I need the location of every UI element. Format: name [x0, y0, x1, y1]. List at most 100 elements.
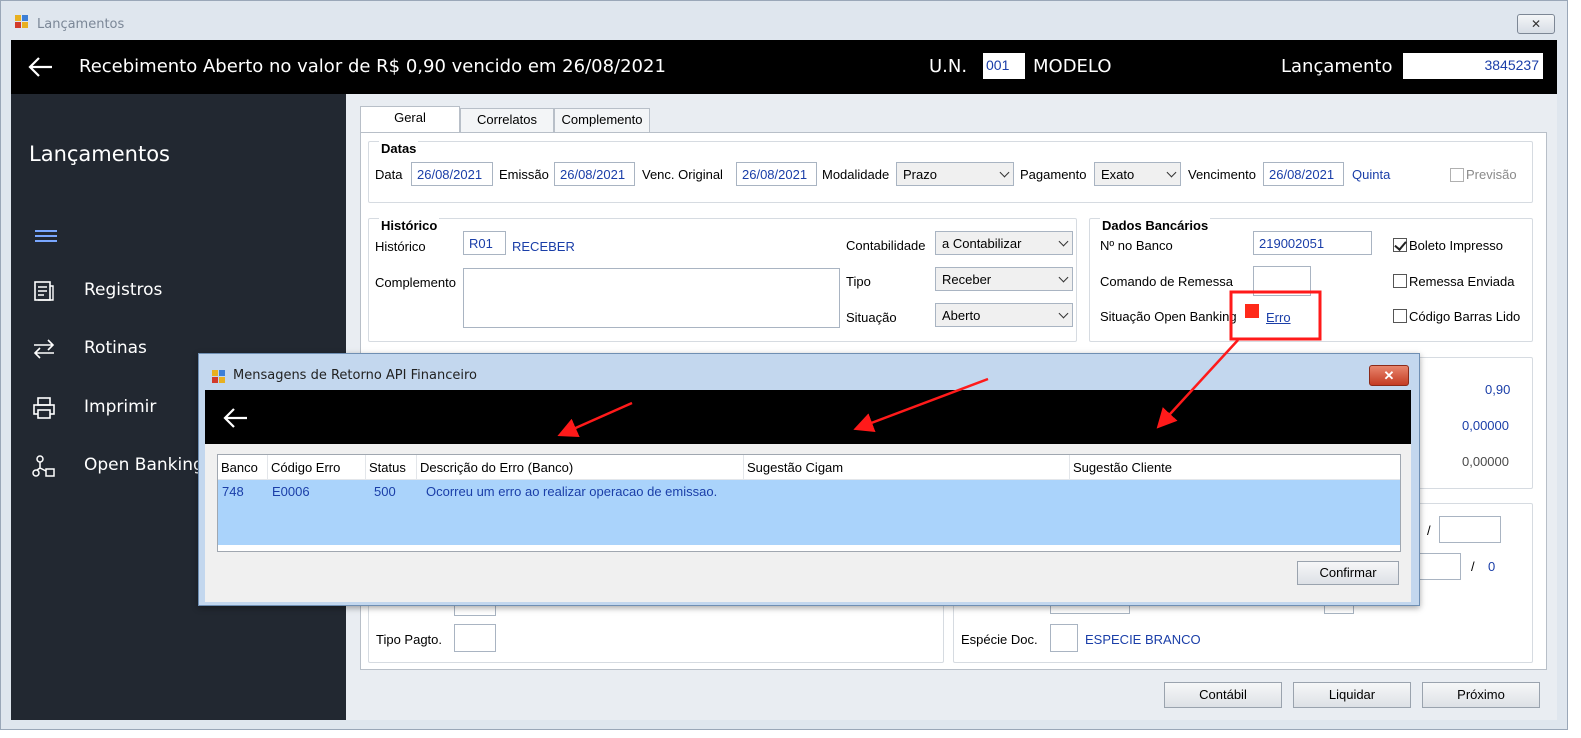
- back-arrow-icon[interactable]: [26, 52, 56, 82]
- un-name: MODELO: [1033, 56, 1112, 77]
- contabilidade-value: a Contabilizar: [942, 236, 1022, 251]
- pagamento-label: Pagamento: [1020, 167, 1087, 182]
- codigo-barras-label: Código Barras Lido: [1409, 309, 1521, 324]
- dialog-title: Mensagens de Retorno API Financeiro: [233, 368, 477, 383]
- sidebar-title: Lançamentos: [29, 142, 171, 166]
- remessa-enviada-checkbox[interactable]: [1393, 274, 1407, 288]
- boleto-impresso-checkbox[interactable]: [1393, 238, 1407, 252]
- datas-title: Datas: [379, 141, 419, 156]
- tipo-select[interactable]: Receber: [935, 267, 1073, 291]
- dialog-body: Banco Código Erro Status Descrição do Er…: [205, 390, 1411, 602]
- comando-remessa-label: Comando de Remessa: [1100, 274, 1233, 289]
- confirmar-button[interactable]: Confirmar: [1297, 561, 1399, 585]
- erro-link[interactable]: Erro: [1266, 310, 1291, 325]
- slash-2: /: [1471, 559, 1475, 574]
- error-status-indicator: [1245, 304, 1259, 318]
- app-icon: [15, 15, 29, 29]
- cell-descricao: Ocorreu um erro ao realizar operacao de …: [426, 484, 718, 499]
- no-banco-field[interactable]: 219002051: [1253, 231, 1372, 255]
- pagamento-value: Exato: [1101, 167, 1135, 182]
- cell-codigo-erro: E0006: [272, 484, 310, 499]
- situacao-label: Situação: [846, 310, 897, 325]
- historico-code-field[interactable]: R01: [463, 231, 506, 255]
- tab-correlatos[interactable]: Correlatos: [460, 108, 554, 132]
- column-header-descricao[interactable]: Descrição do Erro (Banco): [417, 455, 744, 480]
- data-field[interactable]: 26/08/2021: [411, 162, 493, 186]
- tipo-value: Receber: [942, 272, 992, 287]
- previsao-checkbox[interactable]: [1450, 168, 1464, 182]
- complemento-field[interactable]: [463, 268, 840, 328]
- data-label: Data: [375, 167, 403, 182]
- window-title: Lançamentos: [37, 17, 125, 32]
- especie-doc-field[interactable]: [1050, 624, 1078, 652]
- tipo-pagto-field[interactable]: [454, 624, 496, 652]
- dados-bancarios-title: Dados Bancários: [1100, 218, 1211, 233]
- page-title: Recebimento Aberto no valor de R$ 0,90 v…: [79, 56, 666, 77]
- datas-group: Datas Data 26/08/2021 Emissão 26/08/2021…: [368, 141, 1533, 203]
- previsao-label: Previsão: [1466, 167, 1517, 182]
- modalidade-select[interactable]: Prazo: [896, 162, 1014, 186]
- codigo-barras-checkbox[interactable]: [1393, 309, 1407, 323]
- comando-remessa-field[interactable]: [1253, 266, 1311, 296]
- back-arrow-icon[interactable]: [221, 404, 251, 432]
- column-header-banco[interactable]: Banco: [218, 455, 268, 480]
- hamburger-menu-icon[interactable]: [35, 227, 57, 247]
- column-header-codigo-erro[interactable]: Código Erro: [268, 455, 366, 480]
- lower-right-field-1[interactable]: [1439, 516, 1501, 543]
- dialog-close-button[interactable]: ✕: [1369, 365, 1409, 386]
- app-icon: [212, 370, 226, 384]
- historico-group: Histórico Histórico R01 RECEBER Compleme…: [368, 218, 1077, 342]
- tab-complemento[interactable]: Complemento: [554, 108, 650, 132]
- contabil-button[interactable]: Contábil: [1164, 682, 1282, 708]
- proximo-button[interactable]: Próximo: [1422, 682, 1540, 708]
- cell-status: 500: [374, 484, 396, 499]
- venc-original-field[interactable]: 26/08/2021: [736, 162, 817, 186]
- chevron-down-icon: [1058, 272, 1069, 283]
- errors-grid: Banco Código Erro Status Descrição do Er…: [217, 454, 1401, 552]
- valor-3: 0,00000: [1462, 454, 1509, 469]
- lancamento-field[interactable]: 3845237: [1403, 53, 1543, 79]
- dia-semana: Quinta: [1352, 167, 1391, 182]
- situacao-open-banking-label: Situação Open Banking: [1100, 309, 1237, 324]
- un-field[interactable]: 001: [983, 53, 1025, 79]
- table-row[interactable]: 748 E0006 500 Ocorreu um erro ao realiza…: [218, 480, 1400, 545]
- header-bar: Recebimento Aberto no valor de R$ 0,90 v…: [11, 40, 1557, 94]
- cell-banco: 748: [222, 484, 244, 499]
- modalidade-label: Modalidade: [822, 167, 890, 182]
- vencimento-field[interactable]: 26/08/2021: [1263, 162, 1344, 186]
- window-titlebar: [15, 9, 1555, 33]
- chevron-down-icon: [1058, 308, 1069, 319]
- dialog-header-bar: [205, 390, 1411, 444]
- sidebar-item-label: Rotinas: [84, 338, 147, 358]
- sidebar-item-label: Imprimir: [84, 397, 157, 417]
- column-header-sugestao-cigam[interactable]: Sugestão Cigam: [744, 455, 1070, 480]
- contabilidade-label: Contabilidade: [846, 238, 926, 253]
- dados-bancarios-group: Dados Bancários Nº no Banco 219002051 Co…: [1089, 218, 1533, 342]
- window-close-button[interactable]: ✕: [1517, 14, 1555, 34]
- sidebar-item-registros[interactable]: Registros: [31, 276, 341, 306]
- network-icon: [32, 455, 55, 477]
- pagamento-select[interactable]: Exato: [1094, 162, 1181, 186]
- historico-title: Histórico: [379, 218, 440, 233]
- contabilidade-select[interactable]: a Contabilizar: [935, 231, 1073, 255]
- registros-icon: [34, 281, 54, 301]
- especie-doc-label: Espécie Doc.: [961, 632, 1038, 647]
- vencimento-label: Vencimento: [1188, 167, 1256, 182]
- liquidar-button[interactable]: Liquidar: [1293, 682, 1411, 708]
- situacao-select[interactable]: Aberto: [935, 303, 1073, 327]
- tab-geral[interactable]: Geral: [360, 106, 460, 133]
- venc-original-label: Venc. Original: [642, 167, 723, 182]
- lower-right-field-2[interactable]: [1413, 553, 1461, 580]
- remessa-enviada-label: Remessa Enviada: [1409, 274, 1515, 289]
- slash-1: /: [1427, 523, 1431, 538]
- situacao-value: Aberto: [942, 308, 981, 323]
- swap-icon: [33, 339, 55, 359]
- chevron-down-icon: [1166, 167, 1177, 178]
- chevron-down-icon: [999, 167, 1010, 178]
- emissao-field[interactable]: 26/08/2021: [554, 162, 635, 186]
- column-header-status[interactable]: Status: [366, 455, 417, 480]
- especie-doc-value: ESPECIE BRANCO: [1085, 632, 1201, 647]
- column-header-sugestao-cliente[interactable]: Sugestão Cliente: [1070, 455, 1400, 480]
- printer-icon: [33, 397, 55, 419]
- sidebar-item-label: Registros: [84, 280, 163, 300]
